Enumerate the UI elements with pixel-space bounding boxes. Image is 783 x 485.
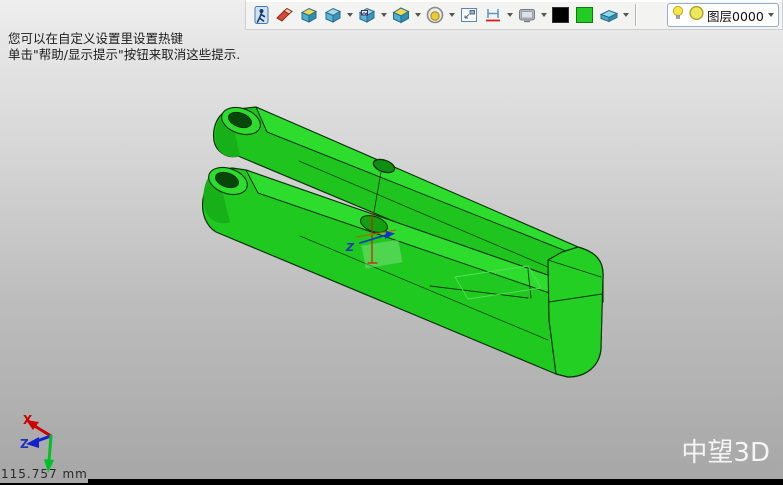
section-cube-icon[interactable] bbox=[389, 3, 413, 27]
triad-z-label: Z bbox=[20, 437, 29, 451]
layer-combobox[interactable]: 图层0000 bbox=[667, 3, 779, 27]
bottom-black-bar bbox=[88, 479, 783, 485]
datum-z-label: Z bbox=[345, 241, 355, 254]
chevron-down-icon[interactable] bbox=[507, 13, 513, 17]
eraser-icon[interactable] bbox=[273, 3, 297, 27]
green-color-swatch[interactable] bbox=[573, 3, 597, 27]
rotate-ring-icon[interactable] bbox=[423, 3, 447, 27]
dimension-icon[interactable] bbox=[481, 3, 505, 27]
black-color-swatch[interactable] bbox=[549, 3, 573, 27]
view-triad: X Z bbox=[20, 413, 54, 473]
layer-color-icon bbox=[688, 4, 705, 26]
display-mode-icon[interactable] bbox=[515, 3, 539, 27]
measurement-readout: 115.757 mm bbox=[1, 467, 88, 481]
shaded-box-icon[interactable] bbox=[297, 3, 321, 27]
lightbulb-icon bbox=[670, 4, 686, 26]
chevron-down-icon[interactable] bbox=[415, 13, 421, 17]
triad-x-label: X bbox=[23, 413, 33, 427]
zoom-window-icon[interactable] bbox=[457, 3, 481, 27]
chevron-down-icon[interactable] bbox=[623, 13, 629, 17]
textured-cube-icon[interactable] bbox=[355, 3, 379, 27]
chevron-down-icon[interactable] bbox=[541, 13, 547, 17]
zw3d-watermark: 中望3D bbox=[681, 432, 770, 469]
chevron-down-icon[interactable] bbox=[449, 13, 455, 17]
chevron-down-icon[interactable] bbox=[768, 13, 774, 17]
wireframe-cube-icon[interactable] bbox=[321, 3, 345, 27]
model-link-part[interactable]: Z X Z bbox=[0, 0, 783, 485]
layer-combobox-label: 图层0000 bbox=[707, 6, 764, 25]
toolbar-separator bbox=[635, 4, 637, 26]
view-toolbar: 图层0000 bbox=[245, 0, 783, 30]
chevron-down-icon[interactable] bbox=[381, 13, 387, 17]
link-end-cap[interactable] bbox=[548, 247, 603, 377]
person-exit-icon[interactable] bbox=[249, 3, 273, 27]
zw3d-window: 您可以在自定义设置里设置热键 单击"帮助/显示提示"按钮来取消这些提示. bbox=[0, 0, 783, 485]
viewport-3d[interactable]: 您可以在自定义设置里设置热键 单击"帮助/显示提示"按钮来取消这些提示. bbox=[0, 0, 783, 485]
layer-slab-icon[interactable] bbox=[597, 3, 621, 27]
chevron-down-icon[interactable] bbox=[347, 13, 353, 17]
